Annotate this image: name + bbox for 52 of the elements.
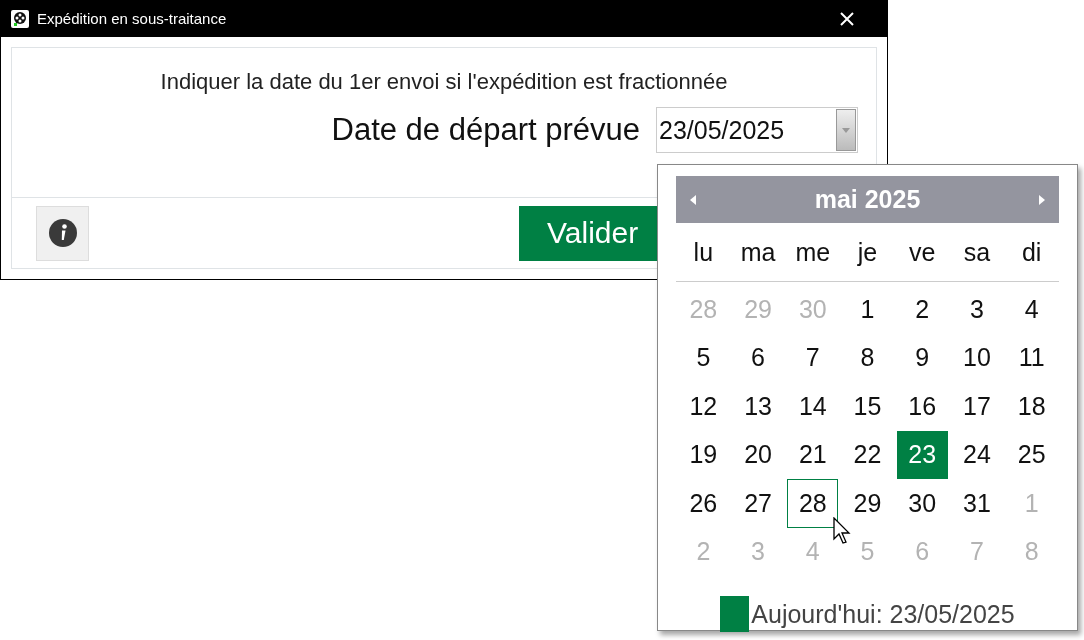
calendar-day[interactable]: 30 — [896, 479, 948, 528]
weekday-label: ve — [908, 237, 937, 267]
mouse-cursor-icon — [833, 517, 853, 545]
calendar-day[interactable]: 13 — [732, 382, 784, 431]
info-button[interactable] — [36, 205, 89, 261]
calendar-day[interactable]: 25 — [1006, 430, 1057, 479]
weekday-label: me — [794, 237, 832, 267]
calendar-day[interactable]: 26 — [678, 479, 729, 528]
calendar-day[interactable]: 18 — [1006, 382, 1057, 431]
close-icon[interactable] — [839, 10, 855, 27]
field-label: Date de départ prévue — [331, 112, 640, 148]
calendar-day[interactable]: 5 — [678, 333, 729, 382]
next-month-icon[interactable] — [1038, 193, 1046, 206]
calendar-day[interactable]: 9 — [896, 333, 948, 382]
calendar-day[interactable]: 15 — [842, 382, 893, 431]
today-link[interactable]: Aujourd'hui: 23/05/2025 — [751, 599, 1015, 629]
calendar-day[interactable]: 6 — [732, 333, 784, 382]
calendar-day[interactable]: 3 — [951, 285, 1003, 334]
calendar-day[interactable]: 8 — [842, 333, 893, 382]
dropdown-button[interactable] — [836, 109, 856, 151]
previous-month-icon[interactable] — [689, 193, 697, 206]
calendar-day[interactable]: 14 — [787, 382, 839, 431]
calendar-day[interactable]: 22 — [842, 430, 893, 479]
calendar-day[interactable]: 7 — [787, 333, 839, 382]
caret-icon — [842, 127, 850, 133]
calendar-day[interactable]: 10 — [951, 333, 1003, 382]
film-reel-icon — [11, 9, 29, 28]
calendar-day[interactable]: 24 — [951, 430, 1003, 479]
calendar-day[interactable]: 27 — [732, 479, 784, 528]
weekday-label: je — [856, 237, 879, 267]
calendar-day[interactable]: 11 — [1006, 333, 1057, 382]
calendar-day[interactable]: 23 — [896, 430, 948, 479]
instruction-text: Indiquer la date du 1er envoi si l'expédition est fractionnée — [160, 69, 728, 95]
today-marker — [720, 596, 750, 632]
calendar-day[interactable]: 29 — [842, 479, 893, 528]
calendar-day[interactable]: 21 — [787, 430, 839, 479]
window-title: Expédition en sous-traitance — [37, 10, 228, 27]
calendar-day[interactable]: 12 — [678, 382, 729, 431]
calendar-day[interactable]: 1 — [842, 285, 893, 334]
calendar-day[interactable]: 4 — [1006, 285, 1057, 334]
calendar-day[interactable]: 17 — [951, 382, 1003, 431]
calendar-day[interactable]: 16 — [896, 382, 948, 431]
calendar-day[interactable]: 28 — [787, 479, 839, 528]
weekday-label: di — [1020, 237, 1043, 267]
calendar-day[interactable]: 20 — [732, 430, 784, 479]
date-field[interactable]: 23/05/2025 — [656, 107, 858, 153]
calendar-day[interactable]: 2 — [896, 285, 948, 334]
info-icon — [48, 219, 77, 247]
weekday-label: ma — [739, 237, 777, 267]
weekday-label: sa — [962, 237, 992, 267]
calendar-day[interactable]: 19 — [678, 430, 729, 479]
calendar-day[interactable]: 31 — [951, 479, 1003, 528]
